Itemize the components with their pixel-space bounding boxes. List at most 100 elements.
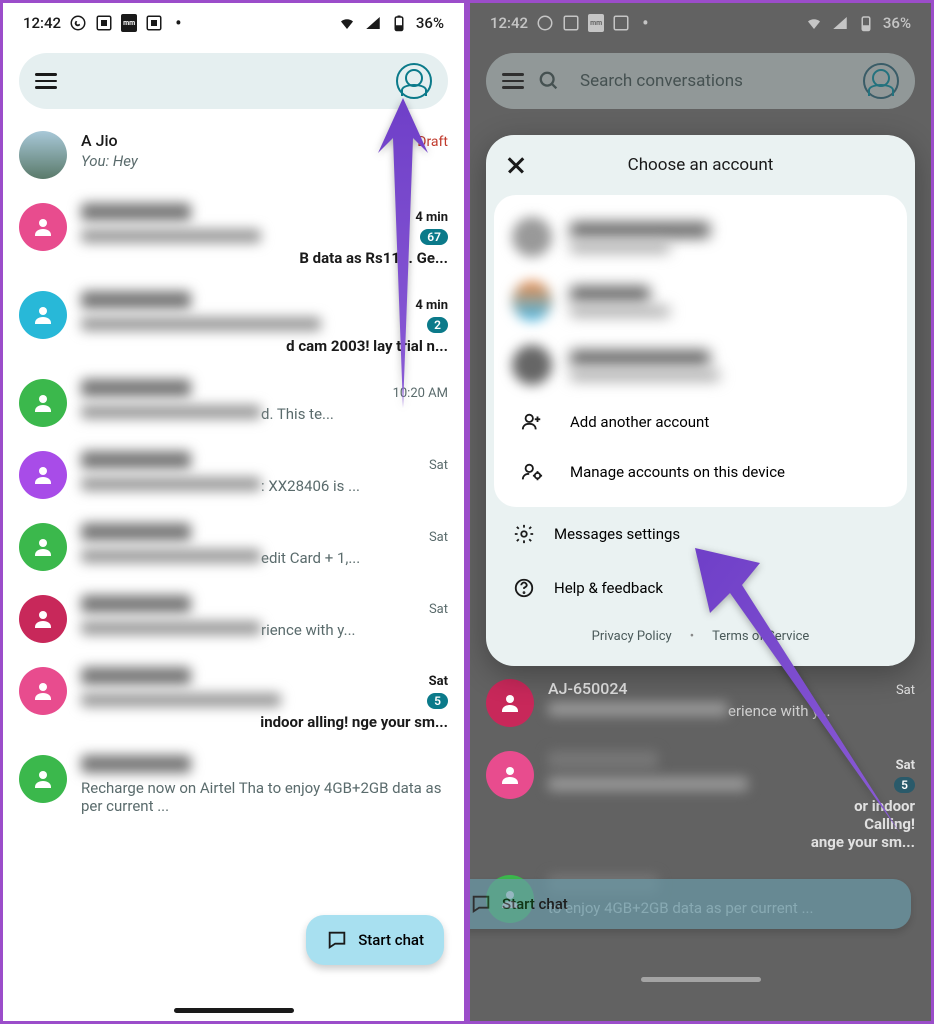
wifi-icon (338, 14, 356, 32)
gear-icon (512, 523, 536, 545)
avatar (19, 755, 67, 803)
conversation-item[interactable]: Sat rience with y... (19, 583, 448, 655)
timestamp: 4 min (415, 210, 448, 225)
timestamp: Sat (429, 458, 448, 473)
start-chat-button[interactable]: Start chat (306, 915, 444, 965)
menu-icon[interactable] (502, 73, 524, 89)
app-icon-2: mm (121, 14, 137, 32)
message-preview (81, 229, 261, 243)
fab-label: Start chat (358, 931, 424, 949)
message-suffix: d. This te... (261, 405, 334, 423)
message-suffix: rience with y... (261, 621, 355, 639)
contact-name (81, 595, 191, 613)
account-sheet: Choose an account Add another account Ma… (486, 135, 915, 666)
status-bar: 12:42 mm • 36% (470, 3, 931, 43)
close-button[interactable] (506, 155, 526, 175)
avatar (19, 379, 67, 427)
message-suffix: B data as Rs118. Ge... (81, 249, 448, 267)
contact-name (81, 379, 191, 397)
profile-avatar-button[interactable] (863, 63, 899, 99)
more-dot: • (175, 13, 181, 34)
message-preview (548, 702, 728, 716)
clock: 12:42 (23, 14, 61, 32)
wifi-icon (805, 14, 823, 32)
menu-icon[interactable] (35, 73, 57, 89)
message-suffix: edit Card + 1,... (261, 549, 360, 567)
account-email (570, 306, 670, 317)
option-label: Manage accounts on this device (570, 463, 785, 481)
conversation-item[interactable]: 4 min 67 B data as Rs118. Ge... (19, 191, 448, 279)
conversation-item[interactable]: Sat : XX28406 is ... (19, 439, 448, 511)
message-preview: You: Hey (81, 152, 448, 170)
avatar (486, 679, 534, 727)
avatar (19, 451, 67, 499)
search-placeholder: Search conversations (580, 71, 863, 91)
avatar (486, 751, 534, 799)
timestamp: Sat (896, 758, 915, 773)
avatar (512, 217, 552, 257)
nav-handle[interactable] (174, 1008, 294, 1013)
add-person-icon (512, 411, 552, 433)
battery-icon (390, 14, 408, 32)
battery-icon (857, 14, 875, 32)
contact-name: A Jio (81, 131, 118, 150)
conversation-item[interactable]: Sat 5 indoor alling! nge your sm... (19, 655, 448, 743)
account-item[interactable] (494, 333, 907, 397)
status-bar: 12:42 mm • 36% (3, 3, 464, 43)
battery-text: 36% (416, 14, 444, 32)
message-preview (81, 621, 261, 635)
contact-name: AJ-650024 (548, 679, 628, 698)
terms-link[interactable]: Terms of Service (712, 629, 809, 644)
search-bar[interactable]: Search conversations (486, 53, 915, 109)
search-bar[interactable] (19, 53, 448, 109)
conversation-item[interactable]: AJ-650024Sat erience with y... (486, 667, 915, 739)
option-label: Messages settings (554, 525, 680, 543)
signal-icon (364, 14, 382, 32)
timestamp: Sat (896, 683, 915, 698)
account-item[interactable] (494, 205, 907, 269)
conversation-item[interactable]: Recharge now on Airtel Tha to enjoy 4GB+… (19, 743, 448, 827)
conversation-item[interactable]: 10:20 AM d. This te... (19, 367, 448, 439)
conversation-item[interactable]: A JioDraft You: Hey (19, 119, 448, 191)
message-preview: Recharge now on Airtel Tha to enjoy 4GB+… (81, 779, 448, 815)
battery-text: 36% (883, 14, 911, 32)
account-item[interactable] (494, 269, 907, 333)
account-email (570, 370, 720, 381)
message-preview (81, 549, 261, 563)
profile-avatar-button[interactable] (396, 63, 432, 99)
add-account-button[interactable]: Add another account (494, 397, 907, 447)
chat-icon (470, 893, 492, 915)
contact-name (81, 451, 191, 469)
timestamp: Sat (429, 530, 448, 545)
message-suffix: d cam 2003! lay trial n... (81, 337, 448, 355)
message-preview (81, 317, 321, 331)
nav-handle[interactable] (641, 977, 761, 982)
account-name (570, 222, 710, 238)
message-preview (81, 405, 261, 419)
message-suffix: : XX28406 is ... (261, 477, 360, 495)
manage-accounts-button[interactable]: Manage accounts on this device (494, 447, 907, 497)
messages-settings-button[interactable]: Messages settings (486, 507, 915, 561)
privacy-link[interactable]: Privacy Policy (592, 629, 672, 644)
contact-name (548, 751, 658, 769)
account-name (570, 286, 650, 302)
message-suffix: or indoorCalling!ange your sm... (548, 797, 915, 851)
contact-name (81, 291, 191, 309)
avatar (19, 523, 67, 571)
conversation-item[interactable]: 4 min 2 d cam 2003! lay trial n... (19, 279, 448, 367)
avatar (512, 345, 552, 385)
app-icon-3 (612, 14, 630, 32)
conversation-item[interactable]: Sat edit Card + 1,... (19, 511, 448, 583)
avatar (19, 203, 67, 251)
avatar (19, 291, 67, 339)
start-chat-button[interactable]: Start chat (467, 879, 911, 929)
conversation-item[interactable]: Sat 5 or indoorCalling!ange your sm... (486, 739, 915, 863)
fab-label: Start chat (502, 895, 568, 913)
chat-icon (326, 929, 348, 951)
clock: 12:42 (490, 14, 528, 32)
help-feedback-button[interactable]: Help & feedback (486, 561, 915, 615)
timestamp: 4 min (415, 298, 448, 313)
unread-badge: 67 (420, 229, 448, 245)
app-icon-1 (562, 14, 580, 32)
app-icon-2: mm (588, 14, 604, 32)
